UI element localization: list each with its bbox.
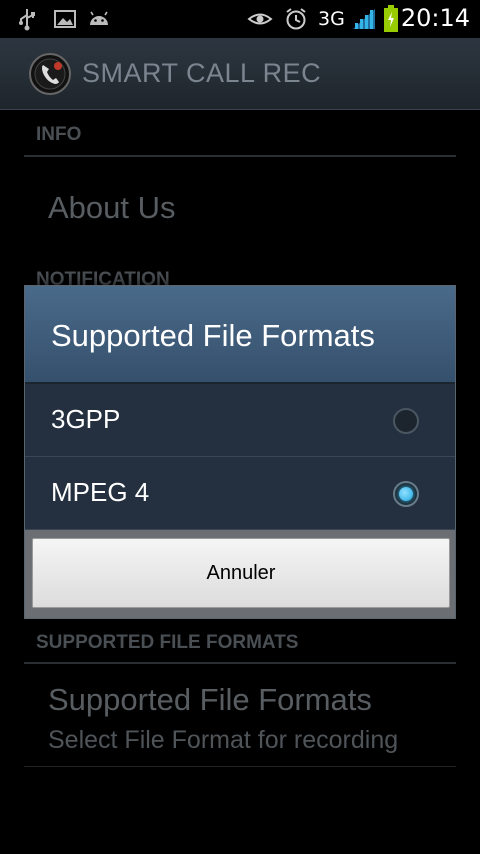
dialog-header: Supported File Formats: [25, 286, 455, 384]
option-label: 3GPP: [51, 404, 121, 434]
option-label: MPEG 4: [51, 477, 150, 507]
cancel-button[interactable]: Annuler: [32, 538, 450, 608]
radio-3gpp[interactable]: [393, 408, 419, 434]
option-mpeg4[interactable]: MPEG 4: [25, 457, 455, 530]
option-3gpp[interactable]: 3GPP: [25, 384, 455, 457]
dialog-button-bar: Annuler: [25, 530, 455, 618]
dialog-title: Supported File Formats: [51, 318, 375, 353]
radio-mpeg4[interactable]: [393, 481, 419, 507]
file-format-dialog: Supported File Formats 3GPP MPEG 4 Annul…: [24, 285, 456, 619]
